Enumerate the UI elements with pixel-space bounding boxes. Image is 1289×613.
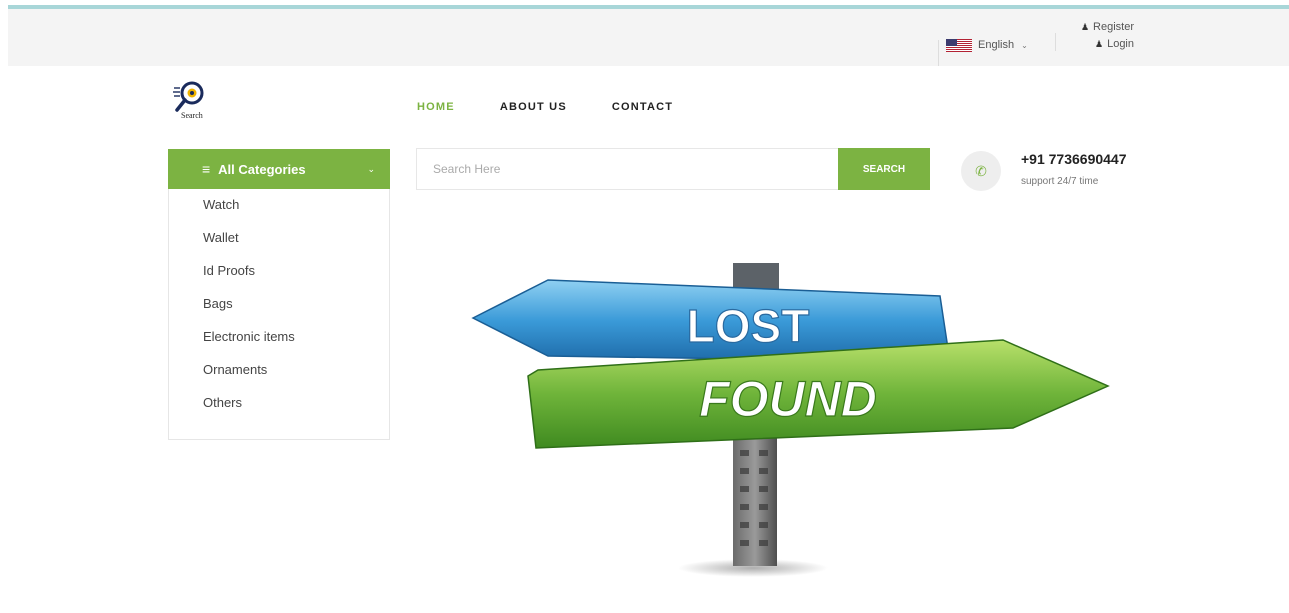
search-input[interactable] (417, 149, 838, 189)
nav-about-us[interactable]: ABOUT US (500, 101, 567, 113)
support-text: support 24/7 time (1021, 176, 1099, 187)
chevron-down-icon: ⌄ (1021, 40, 1028, 50)
divider (938, 40, 939, 66)
menu-icon: ≡ (202, 161, 211, 177)
divider (1055, 33, 1056, 51)
categories-title: All Categories (218, 161, 306, 177)
category-item[interactable]: Bags (203, 295, 389, 328)
categories-panel: ≡ All Categories ⌄ Watch Wallet Id Proof… (168, 149, 390, 440)
nav-home[interactable]: HOME (417, 101, 455, 113)
category-item[interactable]: Ornaments (203, 361, 389, 394)
lost-sign-text: LOST (687, 300, 810, 352)
category-item[interactable]: Electronic items (203, 328, 389, 361)
all-categories-toggle[interactable]: ≡ All Categories ⌄ (168, 149, 390, 189)
search-bar: SEARCH (416, 148, 930, 190)
phone-number: +91 7736690447 (1021, 151, 1127, 167)
account-links: ♟ Register ♟ Login (1081, 19, 1134, 53)
found-sign-text: FOUND (699, 371, 877, 427)
register-link[interactable]: ♟ Register (1081, 19, 1134, 36)
nav-contact[interactable]: CONTACT (612, 101, 673, 113)
register-label: Register (1093, 21, 1134, 33)
user-icon: ♟ (1095, 39, 1104, 49)
lost-found-banner: LOST FOUND (428, 258, 1138, 583)
chevron-down-icon: ⌄ (367, 163, 375, 174)
site-logo[interactable]: Search (170, 79, 210, 121)
category-item[interactable]: Id Proofs (203, 262, 389, 295)
search-button[interactable]: SEARCH (838, 148, 930, 190)
post (733, 438, 777, 566)
category-item[interactable]: Wallet (203, 229, 389, 262)
category-list: Watch Wallet Id Proofs Bags Electronic i… (169, 189, 389, 427)
user-icon: ♟ (1080, 22, 1090, 32)
category-item[interactable]: Others (203, 394, 389, 427)
login-label: Login (1107, 38, 1134, 50)
flag-us-icon (946, 38, 972, 52)
main-nav: HOME ABOUT US CONTACT (417, 101, 673, 113)
language-selector[interactable]: English ⌄ (946, 37, 1028, 53)
language-label: English (978, 39, 1015, 51)
login-link[interactable]: ♟ Login (1081, 36, 1134, 53)
category-item[interactable]: Watch (203, 196, 389, 229)
logo-text: Search (181, 111, 203, 120)
phone-icon: ✆ (961, 151, 1001, 191)
